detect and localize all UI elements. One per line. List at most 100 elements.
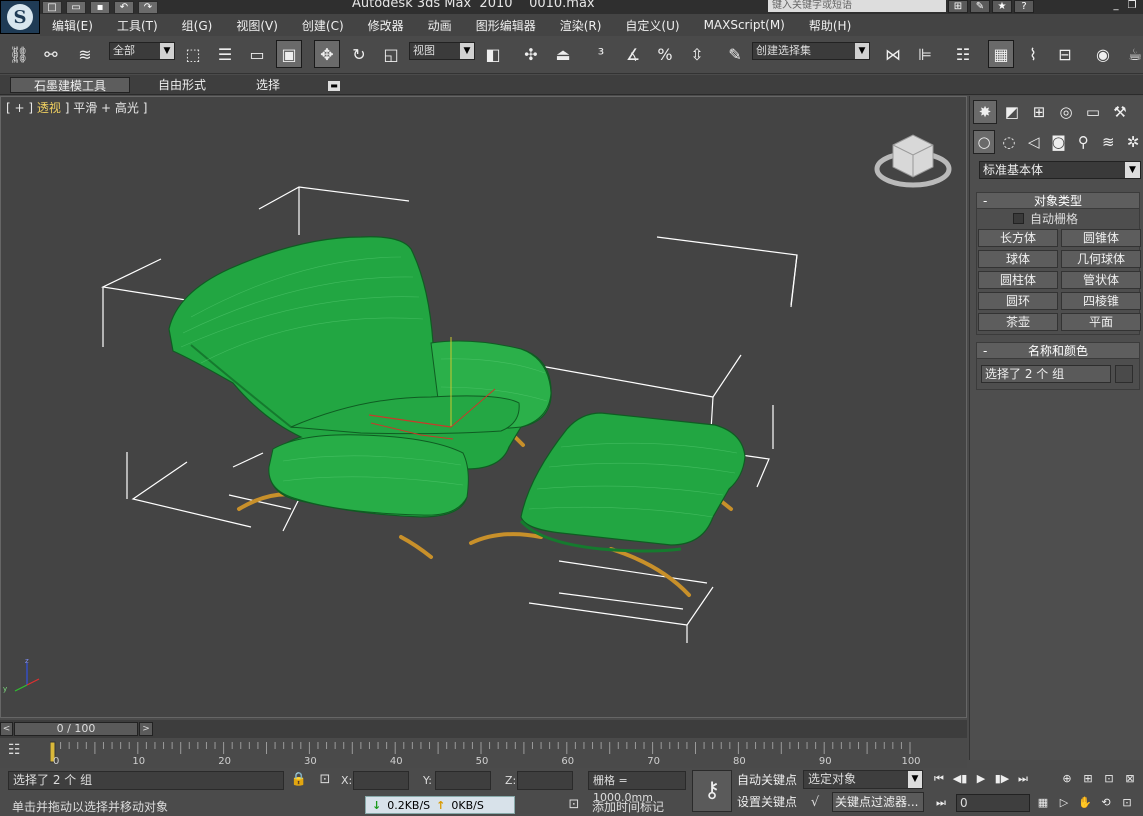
layer-manager-icon[interactable]: ☷ (950, 40, 976, 68)
cameras-icon[interactable]: ◙ (1048, 130, 1070, 154)
align-icon[interactable]: ⊫ (912, 40, 938, 68)
box-button[interactable]: 长方体 (978, 229, 1058, 247)
time-tag-icon[interactable]: ⊡ (565, 796, 583, 814)
viewport-label-shading[interactable]: ] 平滑 + 高光 ] (61, 101, 148, 115)
absolute-mode-icon[interactable]: ⊡ (316, 771, 334, 789)
object-category-dropdown[interactable]: 标准基本体 ▼ (979, 161, 1141, 179)
zoom-all-icon[interactable]: ⊞ (1079, 770, 1097, 788)
help-icon[interactable]: ? (1014, 0, 1034, 13)
select-and-rotate-icon[interactable]: ↻ (346, 40, 372, 68)
save-file-icon[interactable]: ▪ (90, 0, 110, 14)
menu-group[interactable]: 组(G) (170, 17, 225, 34)
time-config-icon[interactable]: ▦ (1034, 794, 1052, 812)
torus-button[interactable]: 圆环 (978, 292, 1058, 310)
restore-icon[interactable]: ❐ (1126, 0, 1138, 13)
schematic-view-icon[interactable]: ⊟ (1052, 40, 1078, 68)
link-icon[interactable]: ⛓ (6, 40, 32, 68)
tube-button[interactable]: 管状体 (1061, 271, 1141, 289)
pivot-center-icon[interactable]: ◧ (480, 40, 506, 68)
orbit-icon[interactable]: ⟲ (1097, 794, 1115, 812)
perspective-viewport[interactable]: z y [ + ] 透视 ] 平滑 + 高光 ] (0, 96, 967, 718)
modify-tab-icon[interactable]: ◩ (1000, 100, 1024, 124)
favorites-star-icon[interactable]: ★ (992, 0, 1012, 13)
object-color-swatch[interactable] (1115, 365, 1133, 383)
set-key-icon[interactable]: ⚷ (692, 770, 732, 812)
render-setup-icon[interactable]: ☕ (1122, 40, 1143, 68)
menu-rendering[interactable]: 渲染(R) (548, 17, 614, 34)
key-selection-dropdown[interactable]: 选定对象 ▼ (803, 770, 923, 789)
binoculars-icon[interactable]: ⊞ (948, 0, 968, 13)
default-tangent-icon[interactable]: √ (806, 794, 824, 812)
select-by-name-icon[interactable]: ☰ (212, 40, 238, 68)
menu-create[interactable]: 创建(C) (290, 17, 356, 34)
select-and-move-icon[interactable]: ✥ (314, 40, 340, 68)
viewport-label[interactable]: [ + ] 透视 ] 平滑 + 高光 ] (6, 99, 147, 116)
material-editor-icon[interactable]: ◉ (1090, 40, 1116, 68)
menu-maxscript[interactable]: MAXScript(M) (692, 18, 797, 32)
key-filters-button[interactable]: 关键点过滤器... (832, 792, 924, 812)
autogrid-checkbox[interactable]: 自动栅格 (977, 209, 1139, 227)
select-and-scale-icon[interactable]: ◱ (378, 40, 404, 68)
angle-snap-icon[interactable]: ∡ (620, 40, 646, 68)
menu-help[interactable]: 帮助(H) (797, 17, 863, 34)
tab-graphite-modeling[interactable]: 石墨建模工具 (10, 77, 130, 93)
rectangular-selection-icon[interactable]: ▭ (244, 40, 270, 68)
plane-button[interactable]: 平面 (1061, 313, 1141, 331)
menu-graph-editors[interactable]: 图形编辑器 (464, 17, 548, 34)
app-logo-icon[interactable]: S (0, 0, 40, 34)
x-coordinate-input[interactable] (353, 771, 409, 790)
checkbox-icon[interactable] (1013, 212, 1024, 224)
redo-icon[interactable]: ↷ (138, 0, 158, 14)
helpers-icon[interactable]: ⚲ (1073, 130, 1095, 154)
menu-tools[interactable]: 工具(T) (105, 17, 170, 34)
hierarchy-tab-icon[interactable]: ⊞ (1027, 100, 1051, 124)
create-tab-icon[interactable]: ✸ (973, 100, 997, 124)
mirror-icon[interactable]: ⋈ (880, 40, 906, 68)
systems-icon[interactable]: ✲ (1122, 130, 1143, 154)
spinner-snap-icon[interactable]: ⇳ (684, 40, 710, 68)
edit-named-selection-icon[interactable]: ✎ (722, 40, 748, 68)
window-crossing-icon[interactable]: ▣ (276, 40, 302, 68)
viewport-label-prefix[interactable]: [ + ] (6, 101, 37, 115)
open-file-icon[interactable]: ▭ (66, 0, 86, 14)
shapes-icon[interactable]: ◌ (998, 130, 1020, 154)
play-icon[interactable]: ▶ (972, 770, 990, 788)
keyboard-shortcut-override-icon[interactable]: ⏏ (550, 40, 576, 68)
object-name-input[interactable]: 选择了 2 个 组 (981, 365, 1111, 383)
select-object-icon[interactable]: ⬚ (180, 40, 206, 68)
go-to-start-icon[interactable]: ⏮ (930, 770, 948, 788)
set-key-button[interactable]: 设置关键点 (737, 792, 797, 812)
time-slider-prev-icon[interactable]: < (0, 722, 13, 736)
zoom-extents-all-icon[interactable]: ⊠ (1121, 770, 1139, 788)
teapot-button[interactable]: 茶壶 (978, 313, 1058, 331)
z-coordinate-input[interactable] (517, 771, 573, 790)
go-to-end-icon[interactable]: ⏭ (1014, 770, 1032, 788)
geosphere-button[interactable]: 几何球体 (1061, 250, 1141, 268)
motion-tab-icon[interactable]: ◎ (1054, 100, 1078, 124)
geometry-icon[interactable]: ○ (973, 130, 996, 154)
undo-icon[interactable]: ↶ (114, 0, 134, 14)
previous-frame-icon[interactable]: ◀▮ (951, 770, 969, 788)
ribbon-options-icon[interactable]: ▬ (328, 81, 340, 91)
utilities-tab-icon[interactable]: ⚒ (1108, 100, 1132, 124)
current-frame-input[interactable]: 0 (956, 794, 1030, 812)
named-selection-dropdown[interactable]: 创建选择集 ▼ (752, 42, 870, 60)
search-input[interactable]: 键入关键字或短语 (768, 0, 946, 12)
time-slider-next-icon[interactable]: > (139, 722, 153, 736)
communication-icon[interactable]: ✎ (970, 0, 990, 13)
add-time-tag-button[interactable]: 添加时间标记 (592, 798, 664, 815)
viewcube-icon[interactable] (874, 134, 952, 188)
time-slider-thumb[interactable]: 0 / 100 (14, 722, 138, 736)
menu-animation[interactable]: 动画 (416, 17, 464, 34)
new-file-icon[interactable]: □ (42, 0, 62, 14)
field-of-view-icon[interactable]: ▷ (1055, 794, 1073, 812)
selection-filter-dropdown[interactable]: 全部 ▼ (109, 42, 175, 60)
key-mode-icon[interactable]: ⏭ (932, 794, 950, 812)
sphere-button[interactable]: 球体 (978, 250, 1058, 268)
tab-selection[interactable]: 选择 (256, 77, 280, 93)
maximize-viewport-icon[interactable]: ⊡ (1118, 794, 1136, 812)
viewport-label-view[interactable]: 透视 (37, 101, 61, 115)
zoom-extents-icon[interactable]: ⊡ (1100, 770, 1118, 788)
y-coordinate-input[interactable] (435, 771, 491, 790)
curve-editor-icon[interactable]: ⌇ (1020, 40, 1046, 68)
